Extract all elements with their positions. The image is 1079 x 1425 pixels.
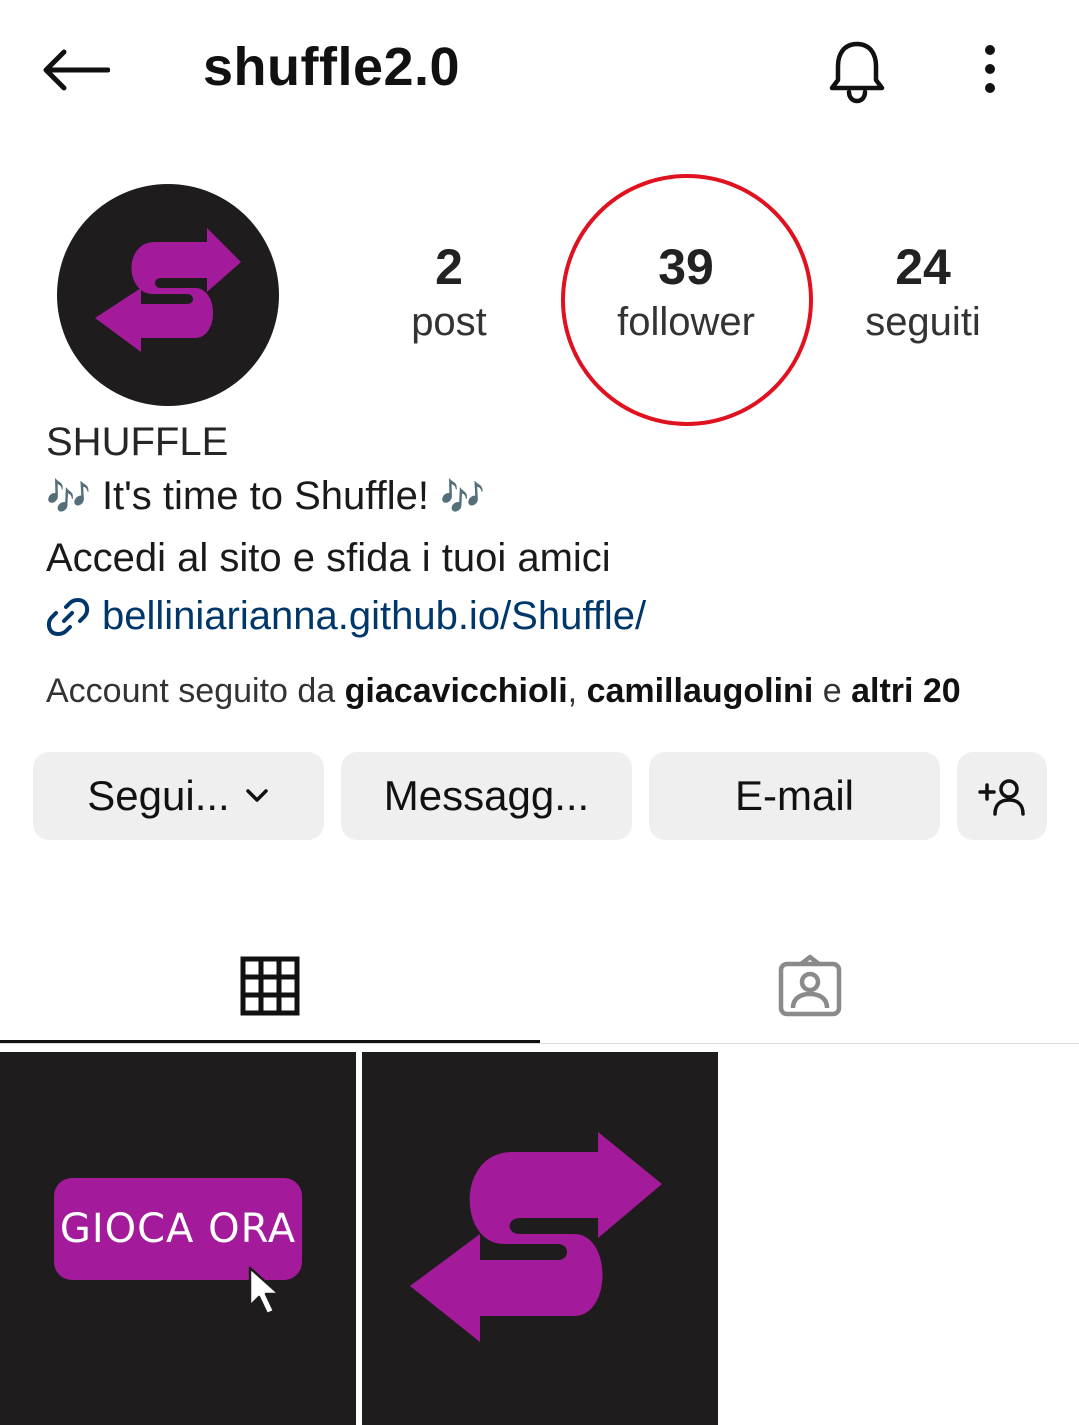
email-button[interactable]: E-mail (649, 752, 940, 840)
post-thumbnail[interactable]: GIOCA ORA (0, 1052, 356, 1425)
posts-stat[interactable]: 2 post (349, 236, 549, 346)
suggest-users-button[interactable] (957, 752, 1047, 840)
profile-display-name: SHUFFLE (46, 420, 229, 464)
play-now-graphic: GIOCA ORA (54, 1178, 302, 1280)
profile-avatar[interactable] (57, 184, 279, 406)
message-button[interactable]: Messagg... (341, 752, 632, 840)
back-arrow-icon (43, 49, 110, 91)
tab-posts-grid[interactable] (0, 930, 540, 1042)
followed-by-prefix: Account seguito da (46, 672, 345, 710)
following-label: seguiti (865, 300, 981, 344)
bio-tagline-text: It's time to Shuffle! (90, 474, 441, 518)
tagged-person-icon (778, 954, 842, 1017)
followed-by-user: giacavicchioli (344, 672, 568, 710)
add-person-icon (978, 779, 1025, 816)
more-vertical-icon (985, 45, 995, 93)
followed-by-more: altri 20 (851, 672, 961, 710)
more-options-button[interactable] (966, 40, 1016, 100)
following-stat[interactable]: 24 seguiti (823, 236, 1023, 346)
bio-tagline: 🎶 It's time to Shuffle! 🎶 (46, 474, 485, 519)
followed-by-user: camillaugolini (586, 672, 814, 710)
music-notes-icon: 🎶 (46, 476, 91, 517)
posts-label: post (411, 300, 487, 344)
profile-username: shuffle2.0 (203, 37, 461, 97)
bio-link-text: belliniarianna.github.io/Shuffle/ (102, 594, 647, 638)
following-button-label: Segui... (87, 772, 230, 819)
link-icon (46, 597, 90, 636)
following-button[interactable]: Segui... (33, 752, 324, 840)
tabs-divider (0, 1043, 1079, 1044)
top-bar: shuffle2.0 (0, 0, 1079, 140)
followed-by-conjunction: e (813, 672, 852, 710)
grid-icon (240, 956, 300, 1016)
bio-description: Accedi al sito e sfida i tuoi amici (46, 536, 611, 580)
tab-tagged[interactable] (540, 930, 1079, 1042)
shuffle-logo-icon (95, 228, 241, 352)
shuffle-logo-icon (410, 1132, 662, 1342)
followers-count: 39 (658, 239, 714, 295)
bio-website-link[interactable]: belliniarianna.github.io/Shuffle/ (46, 594, 646, 639)
followers-stat[interactable]: 39 follower (586, 236, 786, 346)
bell-icon (829, 41, 885, 104)
music-notes-icon: 🎶 (440, 476, 485, 517)
post-thumbnail[interactable] (362, 1052, 718, 1425)
followers-label: follower (617, 300, 755, 344)
following-count: 24 (895, 239, 951, 295)
followed-by-separator: , (567, 672, 587, 710)
posts-count: 2 (435, 239, 463, 295)
notifications-button[interactable] (822, 36, 892, 106)
followed-by-text[interactable]: Account seguito da giacavicchioli, camil… (46, 672, 961, 711)
chevron-down-icon (245, 789, 268, 802)
back-button[interactable] (40, 40, 120, 100)
mouse-pointer-icon (248, 1266, 281, 1316)
